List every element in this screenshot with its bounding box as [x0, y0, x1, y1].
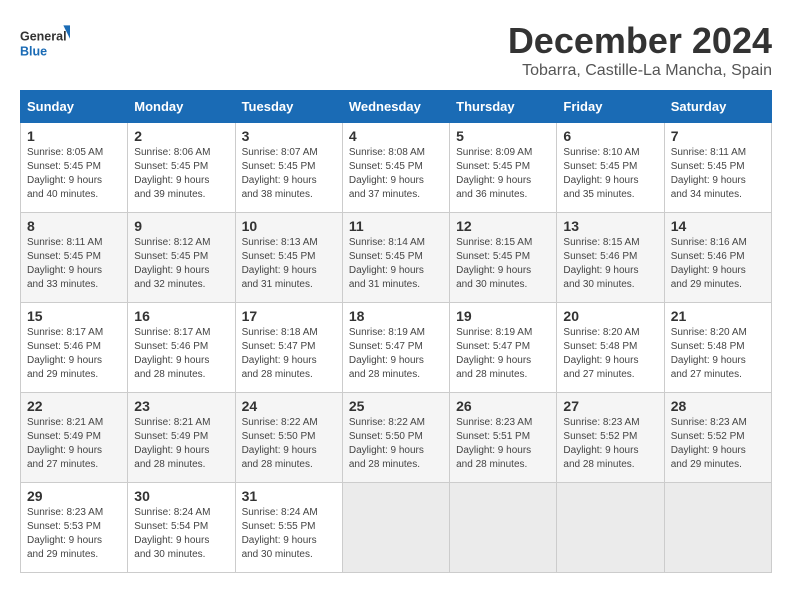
table-row [342, 483, 449, 573]
table-row [664, 483, 771, 573]
month-title: December 2024 [508, 20, 772, 62]
location: Tobarra, Castille-La Mancha, Spain [508, 62, 772, 80]
table-row: 10Sunrise: 8:13 AMSunset: 5:45 PMDayligh… [235, 213, 342, 303]
table-row: 20Sunrise: 8:20 AMSunset: 5:48 PMDayligh… [557, 303, 664, 393]
days-header-row: Sunday Monday Tuesday Wednesday Thursday… [21, 91, 772, 123]
table-row: 28Sunrise: 8:23 AMSunset: 5:52 PMDayligh… [664, 393, 771, 483]
table-row: 31Sunrise: 8:24 AMSunset: 5:55 PMDayligh… [235, 483, 342, 573]
table-row: 16Sunrise: 8:17 AMSunset: 5:46 PMDayligh… [128, 303, 235, 393]
header-thursday: Thursday [450, 91, 557, 123]
table-row: 2Sunrise: 8:06 AMSunset: 5:45 PMDaylight… [128, 123, 235, 213]
table-row: 14Sunrise: 8:16 AMSunset: 5:46 PMDayligh… [664, 213, 771, 303]
table-row: 4Sunrise: 8:08 AMSunset: 5:45 PMDaylight… [342, 123, 449, 213]
table-row: 19Sunrise: 8:19 AMSunset: 5:47 PMDayligh… [450, 303, 557, 393]
table-row: 24Sunrise: 8:22 AMSunset: 5:50 PMDayligh… [235, 393, 342, 483]
page-header: General Blue December 2024 Tobarra, Cast… [20, 20, 772, 80]
table-row: 15Sunrise: 8:17 AMSunset: 5:46 PMDayligh… [21, 303, 128, 393]
header-wednesday: Wednesday [342, 91, 449, 123]
table-row: 11Sunrise: 8:14 AMSunset: 5:45 PMDayligh… [342, 213, 449, 303]
table-row [450, 483, 557, 573]
table-row: 5Sunrise: 8:09 AMSunset: 5:45 PMDaylight… [450, 123, 557, 213]
svg-text:General: General [20, 29, 67, 43]
table-row: 22Sunrise: 8:21 AMSunset: 5:49 PMDayligh… [21, 393, 128, 483]
table-row: 23Sunrise: 8:21 AMSunset: 5:49 PMDayligh… [128, 393, 235, 483]
table-row: 3Sunrise: 8:07 AMSunset: 5:45 PMDaylight… [235, 123, 342, 213]
table-row: 27Sunrise: 8:23 AMSunset: 5:52 PMDayligh… [557, 393, 664, 483]
table-row: 25Sunrise: 8:22 AMSunset: 5:50 PMDayligh… [342, 393, 449, 483]
header-saturday: Saturday [664, 91, 771, 123]
table-row: 8Sunrise: 8:11 AMSunset: 5:45 PMDaylight… [21, 213, 128, 303]
calendar-week-2: 8Sunrise: 8:11 AMSunset: 5:45 PMDaylight… [21, 213, 772, 303]
table-row: 21Sunrise: 8:20 AMSunset: 5:48 PMDayligh… [664, 303, 771, 393]
table-row: 9Sunrise: 8:12 AMSunset: 5:45 PMDaylight… [128, 213, 235, 303]
table-row: 29Sunrise: 8:23 AMSunset: 5:53 PMDayligh… [21, 483, 128, 573]
table-row: 18Sunrise: 8:19 AMSunset: 5:47 PMDayligh… [342, 303, 449, 393]
calendar-week-1: 1Sunrise: 8:05 AMSunset: 5:45 PMDaylight… [21, 123, 772, 213]
table-row: 12Sunrise: 8:15 AMSunset: 5:45 PMDayligh… [450, 213, 557, 303]
header-sunday: Sunday [21, 91, 128, 123]
title-area: December 2024 Tobarra, Castille-La Manch… [508, 20, 772, 80]
header-friday: Friday [557, 91, 664, 123]
header-monday: Monday [128, 91, 235, 123]
calendar-week-3: 15Sunrise: 8:17 AMSunset: 5:46 PMDayligh… [21, 303, 772, 393]
calendar-week-5: 29Sunrise: 8:23 AMSunset: 5:53 PMDayligh… [21, 483, 772, 573]
table-row: 1Sunrise: 8:05 AMSunset: 5:45 PMDaylight… [21, 123, 128, 213]
logo-svg: General Blue [20, 20, 70, 65]
calendar-week-4: 22Sunrise: 8:21 AMSunset: 5:49 PMDayligh… [21, 393, 772, 483]
table-row: 6Sunrise: 8:10 AMSunset: 5:45 PMDaylight… [557, 123, 664, 213]
svg-text:Blue: Blue [20, 44, 47, 58]
table-row [557, 483, 664, 573]
table-row: 13Sunrise: 8:15 AMSunset: 5:46 PMDayligh… [557, 213, 664, 303]
header-tuesday: Tuesday [235, 91, 342, 123]
table-row: 26Sunrise: 8:23 AMSunset: 5:51 PMDayligh… [450, 393, 557, 483]
logo: General Blue [20, 20, 70, 65]
calendar-table: Sunday Monday Tuesday Wednesday Thursday… [20, 90, 772, 573]
table-row: 17Sunrise: 8:18 AMSunset: 5:47 PMDayligh… [235, 303, 342, 393]
table-row: 30Sunrise: 8:24 AMSunset: 5:54 PMDayligh… [128, 483, 235, 573]
table-row: 7Sunrise: 8:11 AMSunset: 5:45 PMDaylight… [664, 123, 771, 213]
